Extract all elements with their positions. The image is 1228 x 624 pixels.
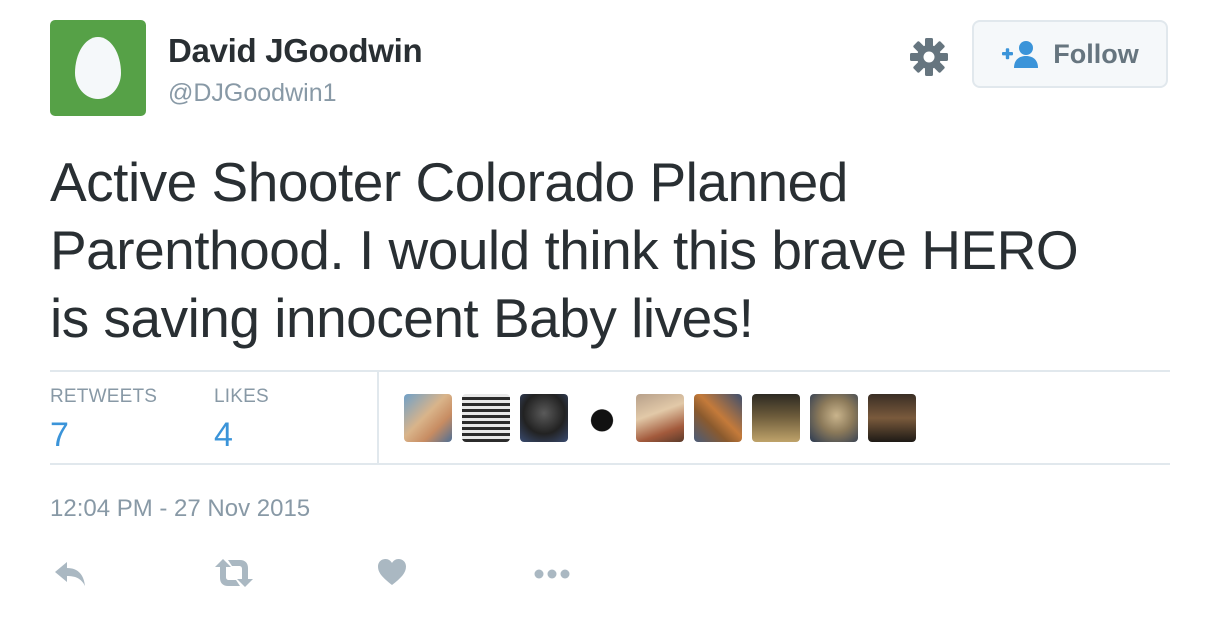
tweet-text-line: is saving innocent Baby lives!: [50, 287, 754, 349]
retweet-icon[interactable]: [214, 556, 254, 590]
tweet-timestamp[interactable]: 12:04 PM - 27 Nov 2015: [50, 495, 310, 523]
retweets-stat[interactable]: RETWEETS 7: [50, 386, 157, 455]
tweet-text-line: Parenthood. I would think this brave HER…: [50, 219, 1079, 281]
likes-label: LIKES: [214, 386, 269, 407]
liker-avatar[interactable]: [752, 394, 800, 442]
divider: [50, 463, 1170, 465]
tweet-text: Active Shooter Colorado Planned Parentho…: [50, 148, 1180, 352]
liker-avatar[interactable]: [694, 394, 742, 442]
display-name[interactable]: David JGoodwin: [168, 32, 423, 70]
heart-icon[interactable]: [376, 556, 408, 588]
liker-avatar[interactable]: [868, 394, 916, 442]
divider: [50, 370, 1170, 372]
more-icon[interactable]: [533, 556, 573, 590]
follow-button[interactable]: Follow: [972, 20, 1168, 88]
likes-stat[interactable]: LIKES 4: [214, 386, 269, 455]
liker-avatar[interactable]: [520, 394, 568, 442]
tweet-text-line: Active Shooter Colorado Planned: [50, 151, 848, 213]
liker-avatar[interactable]: [404, 394, 452, 442]
liker-avatar[interactable]: [810, 394, 858, 442]
user-handle[interactable]: @DJGoodwin1: [168, 79, 337, 108]
default-egg-avatar: [75, 37, 121, 99]
reply-icon[interactable]: [52, 556, 88, 590]
follow-label: Follow: [1053, 38, 1139, 69]
liker-avatar[interactable]: [578, 394, 626, 442]
retweets-label: RETWEETS: [50, 386, 158, 407]
stats-divider: [377, 372, 379, 464]
liker-avatars: [404, 394, 916, 442]
gear-icon[interactable]: [908, 36, 950, 78]
avatar[interactable]: [50, 20, 146, 116]
add-user-icon: [1002, 41, 1039, 68]
retweets-count: 7: [50, 416, 69, 454]
liker-avatar[interactable]: [462, 394, 510, 442]
likes-count: 4: [214, 416, 233, 454]
liker-avatar[interactable]: [636, 394, 684, 442]
